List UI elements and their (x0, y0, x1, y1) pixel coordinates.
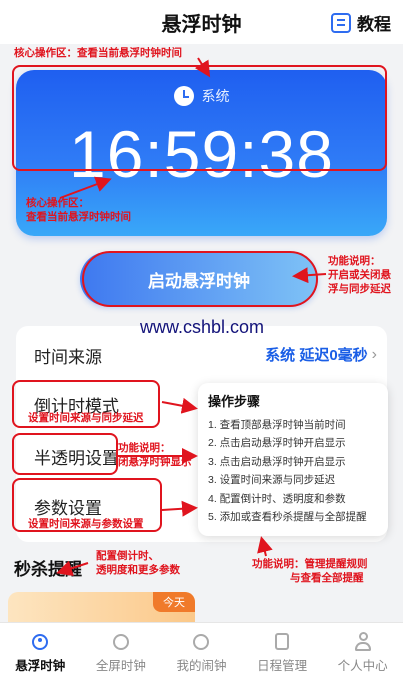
arrow-start (292, 267, 327, 284)
alarm-icon (191, 631, 211, 651)
tab-fullscreen-clock[interactable]: 全屏时钟 (81, 623, 162, 679)
alarm-clock-icon (30, 631, 50, 651)
tab-label: 全屏时钟 (95, 659, 146, 673)
annotation-arrows (56, 57, 327, 576)
schedule-icon (272, 631, 292, 651)
arrow-bottom (59, 176, 112, 199)
tab-label: 悬浮时钟 (15, 659, 66, 673)
tab-label: 日程管理 (257, 659, 308, 673)
tab-floating-clock[interactable]: 悬浮时钟 (0, 623, 81, 679)
tab-label: 我的闹钟 (176, 659, 227, 673)
arrow-top (194, 57, 211, 78)
tab-personal-center[interactable]: 个人中心 (322, 623, 403, 679)
person-icon (353, 631, 373, 651)
arrow-config (56, 560, 89, 576)
tab-schedule[interactable]: 日程管理 (242, 623, 323, 679)
tab-my-alarms[interactable]: 我的闹钟 (161, 623, 242, 679)
clock-icon (111, 631, 131, 651)
arrow-func3 (257, 536, 273, 557)
tab-label: 个人中心 (337, 659, 388, 673)
arrow-countdown (161, 397, 198, 414)
arrow-params (161, 500, 198, 517)
tab-bar: 悬浮时钟 全屏时钟 我的闹钟 日程管理 个人中心 (0, 622, 403, 679)
